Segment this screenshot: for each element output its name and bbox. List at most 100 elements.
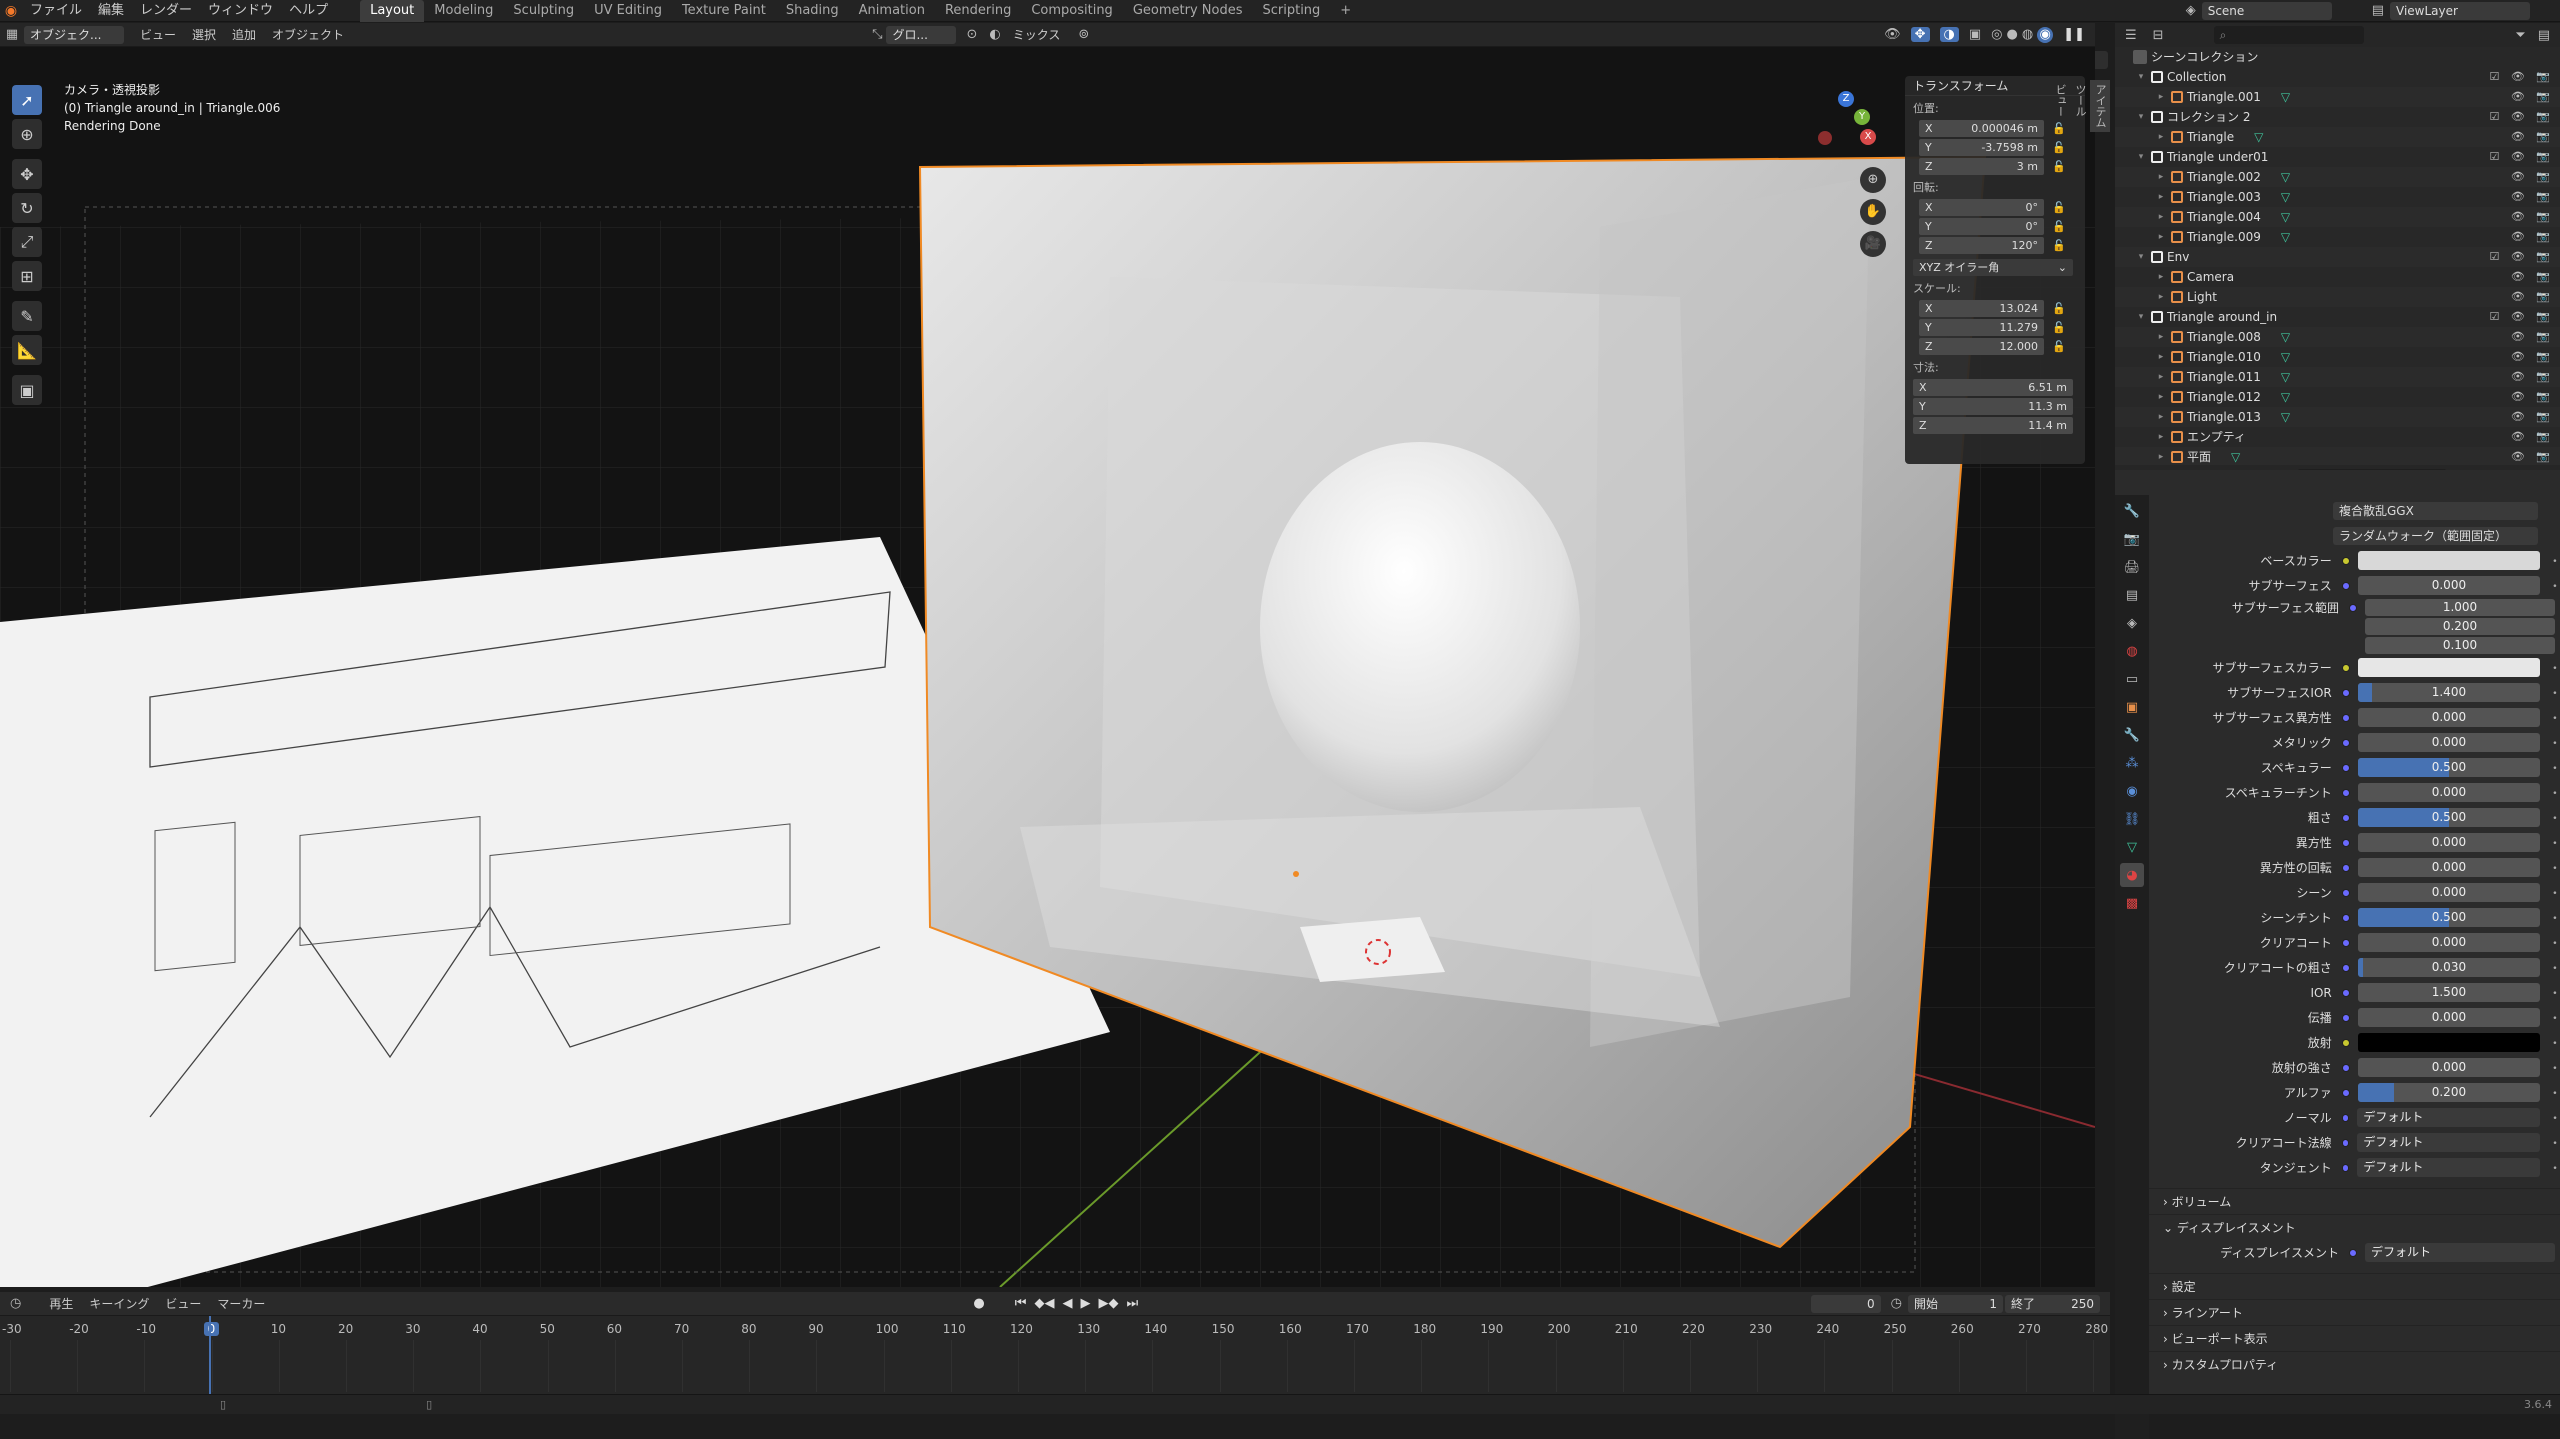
visibility-eye-icon[interactable]: 👁 📷 bbox=[2511, 347, 2554, 367]
visibility-eye-icon[interactable]: 👁 📷 bbox=[2511, 127, 2554, 147]
socket-dot-icon[interactable] bbox=[2341, 1063, 2350, 1072]
gizmo-z-axis-icon[interactable]: Z bbox=[1838, 91, 1854, 107]
section-lineart[interactable]: › ラインアート bbox=[2149, 1299, 2560, 1325]
annotate-tool-icon[interactable]: ✎ bbox=[12, 301, 42, 331]
value-slider[interactable]: 0.000 bbox=[2357, 883, 2541, 902]
keyframe-dot-icon[interactable]: • bbox=[2552, 582, 2560, 592]
outliner-row-collection[interactable]: ▾ コレクション 2 ☑ 👁 📷 bbox=[2115, 107, 2560, 127]
viewport-menu-object[interactable]: オブジェクト bbox=[264, 26, 352, 44]
new-collection-icon[interactable]: ▤ bbox=[2538, 28, 2550, 43]
rotate-tool-icon[interactable]: ↻ bbox=[12, 193, 42, 223]
shading-wireframe-icon[interactable]: ◎ bbox=[1991, 27, 2002, 42]
expand-arrow-down-icon[interactable]: ▾ bbox=[2135, 67, 2147, 87]
expand-arrow-down-icon[interactable]: ▾ bbox=[2135, 147, 2147, 167]
workspace-tab-compositing[interactable]: Compositing bbox=[1021, 0, 1123, 22]
workspace-tab-texture-paint[interactable]: Texture Paint bbox=[672, 0, 776, 22]
socket-dot-icon[interactable] bbox=[2341, 1088, 2350, 1097]
scene-selector[interactable]: Scene bbox=[2201, 1, 2332, 20]
outliner-row-collection[interactable]: ▾ Triangle under01 ☑ 👁 📷 bbox=[2115, 147, 2560, 167]
menu-edit[interactable]: 編集 bbox=[90, 0, 132, 22]
world-tab-icon[interactable]: ◍ bbox=[2120, 639, 2144, 663]
outliner-search-input[interactable]: ⌕ bbox=[2213, 26, 2364, 44]
expand-arrow-right-icon[interactable]: ▸ bbox=[2155, 347, 2167, 367]
blender-logo-icon[interactable]: ◉ bbox=[0, 3, 22, 19]
mesh-data-icon[interactable]: ▽ bbox=[2281, 167, 2290, 187]
outliner-row-mesh[interactable]: ▸ Triangle.011 ▽ 👁 📷 bbox=[2115, 367, 2560, 387]
constraints-tab-icon[interactable]: ⛓ bbox=[2120, 807, 2144, 831]
value-slider[interactable]: 0.000 bbox=[2357, 1058, 2541, 1077]
section-custom-properties[interactable]: › カスタムプロパティ bbox=[2149, 1351, 2560, 1377]
viewlayer-selector[interactable]: ViewLayer bbox=[2390, 1, 2530, 20]
workspace-tab-geometry-nodes[interactable]: Geometry Nodes bbox=[1123, 0, 1253, 22]
expand-arrow-right-icon[interactable]: ▸ bbox=[2155, 427, 2167, 447]
add-workspace-button[interactable]: + bbox=[1330, 0, 1361, 22]
section-displacement[interactable]: ⌄ ディスプレイスメント bbox=[2149, 1214, 2560, 1240]
pan-hand-icon[interactable]: ✋ bbox=[1860, 199, 1886, 225]
keyframe-dot-icon[interactable]: • bbox=[2552, 914, 2560, 924]
zoom-icon[interactable]: ⊕ bbox=[1860, 167, 1886, 193]
scale-y-field[interactable]: Y 11.279 bbox=[1919, 318, 2044, 336]
keyframe-dot-icon[interactable]: • bbox=[2552, 964, 2560, 974]
timeline-ruler[interactable]: -30 -20 -10 0 10 20 30 40 50 60 70 80 90 100 110 120 130… bbox=[0, 1292, 2110, 1392]
navigation-gizmo[interactable]: Z Y X bbox=[1810, 87, 1880, 157]
outliner-row-mesh[interactable]: ▸ Triangle.008 ▽ 👁 📷 bbox=[2115, 327, 2560, 347]
expand-arrow-right-icon[interactable]: ▸ bbox=[2155, 207, 2167, 227]
pause-render-icon[interactable]: ❚❚ bbox=[2063, 27, 2085, 42]
link-field[interactable]: デフォルト bbox=[2357, 1133, 2541, 1152]
visibility-eye-icon[interactable]: 👁 📷 bbox=[2511, 427, 2554, 447]
lock-icon[interactable]: 🔓 bbox=[2052, 201, 2066, 214]
value-slider[interactable]: 1.500 bbox=[2357, 983, 2541, 1002]
visibility-eye-icon[interactable]: ☑ 👁 📷 bbox=[2489, 307, 2554, 327]
viewport-menu-view[interactable]: ビュー bbox=[132, 26, 184, 44]
keyframe-dot-icon[interactable]: • bbox=[2552, 1064, 2560, 1074]
visibility-eye-icon[interactable]: 👁 📷 bbox=[2511, 407, 2554, 427]
displacement-link-field[interactable]: デフォルト bbox=[2365, 1243, 2555, 1262]
socket-dot-icon[interactable] bbox=[2341, 1113, 2350, 1122]
rotation-y-field[interactable]: Y 0° bbox=[1919, 217, 2044, 235]
outliner-row-empty[interactable]: ▸ エンプティ 👁 📷 bbox=[2115, 427, 2560, 447]
outliner-row-mesh[interactable]: ▸ Triangle.010 ▽ 👁 📷 bbox=[2115, 347, 2560, 367]
menu-help[interactable]: ヘルプ bbox=[281, 0, 336, 22]
socket-dot-icon[interactable] bbox=[2341, 581, 2350, 590]
keyframe-dot-icon[interactable]: • bbox=[2552, 1114, 2560, 1124]
socket-dot-icon[interactable] bbox=[2341, 556, 2350, 565]
data-tab-icon[interactable]: ▽ bbox=[2120, 835, 2144, 859]
playhead[interactable] bbox=[209, 1316, 211, 1394]
rotation-mode-dropdown[interactable]: XYZ オイラー角 ⌄ bbox=[1913, 258, 2073, 276]
modifier-tab-icon[interactable]: 🔧 bbox=[2120, 723, 2144, 747]
visibility-eye-icon[interactable]: ☑ 👁 📷 bbox=[2489, 147, 2554, 167]
socket-dot-icon[interactable] bbox=[2341, 1138, 2350, 1147]
workspace-tab-uv-editing[interactable]: UV Editing bbox=[584, 0, 672, 22]
workspace-tab-animation[interactable]: Animation bbox=[849, 0, 935, 22]
keyframe-dot-icon[interactable]: • bbox=[2552, 664, 2560, 674]
link-field[interactable]: デフォルト bbox=[2357, 1108, 2541, 1127]
location-z-field[interactable]: Z3 m bbox=[1919, 157, 2044, 175]
overlay-toggle-icon[interactable]: ◑ bbox=[1939, 27, 1959, 42]
socket-dot-icon[interactable] bbox=[2349, 603, 2357, 612]
value-slider[interactable]: 0.500 bbox=[2357, 908, 2541, 927]
expand-arrow-right-icon[interactable]: ▸ bbox=[2155, 387, 2167, 407]
mesh-data-icon[interactable]: ▽ bbox=[2281, 327, 2290, 347]
mesh-data-icon[interactable]: ▽ bbox=[2281, 407, 2290, 427]
subsurface-radius-field[interactable]: 0.200 bbox=[2365, 618, 2555, 635]
physics-tab-icon[interactable]: ◉ bbox=[2120, 779, 2144, 803]
outliner-root-row[interactable]: シーンコレクション bbox=[2115, 47, 2560, 67]
snap-mode-selector[interactable]: ミックス bbox=[1005, 26, 1069, 44]
socket-dot-icon[interactable] bbox=[2341, 938, 2350, 947]
scene-tab-icon[interactable]: ◈ bbox=[2120, 611, 2144, 635]
gizmo-neg-x-icon[interactable] bbox=[1818, 131, 1832, 145]
subsurface-mode-dropdown[interactable]: ランダムウォーク（範囲固定） bbox=[2333, 526, 2538, 545]
value-slider[interactable]: 0.030 bbox=[2357, 958, 2541, 977]
value-slider[interactable]: 0.500 bbox=[2357, 808, 2541, 827]
subsurface-method-dropdown[interactable]: 複合散乱GGX bbox=[2333, 501, 2538, 520]
lock-icon[interactable]: 🔓 bbox=[2052, 160, 2066, 173]
visibility-eye-icon[interactable]: 👁 📷 bbox=[2511, 187, 2554, 207]
lock-icon[interactable]: 🔓 bbox=[2052, 141, 2066, 154]
mode-selector[interactable]: オブジェク... bbox=[24, 25, 124, 44]
expand-arrow-down-icon[interactable]: ▾ bbox=[2135, 107, 2147, 127]
expand-arrow-right-icon[interactable]: ▸ bbox=[2155, 287, 2167, 307]
expand-arrow-right-icon[interactable]: ▸ bbox=[2155, 127, 2167, 147]
expand-arrow-right-icon[interactable]: ▸ bbox=[2155, 267, 2167, 287]
value-slider[interactable]: 0.000 bbox=[2357, 933, 2541, 952]
xray-toggle-icon[interactable]: ▣ bbox=[1969, 27, 1981, 42]
